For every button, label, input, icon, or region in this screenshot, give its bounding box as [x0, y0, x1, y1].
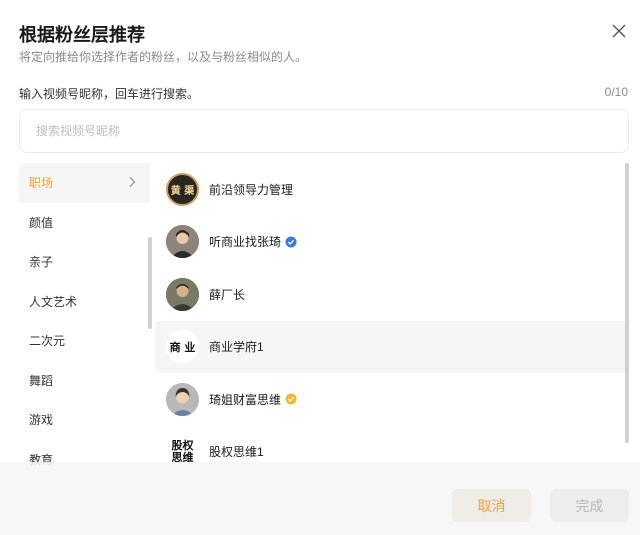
- person-icon: [166, 382, 199, 416]
- dialog-title: 根据粉丝层推荐: [19, 25, 145, 45]
- account-name: 琦姐财富思维: [209, 392, 282, 407]
- search-box[interactable]: [19, 109, 629, 153]
- category-label: 职场: [29, 176, 54, 191]
- category-label: 游戏: [29, 413, 54, 428]
- account-name: 前沿领导力管理: [209, 182, 294, 197]
- account-name: 股权思维1: [209, 445, 264, 460]
- person-icon: [166, 225, 199, 259]
- list-item[interactable]: 商 业 商业学府1: [155, 320, 625, 373]
- close-icon[interactable]: [609, 21, 629, 41]
- account-name: 商业学府1: [209, 340, 264, 355]
- avatar-text: 股权 思维: [171, 439, 194, 464]
- list-item[interactable]: 琦姐财富思维: [155, 373, 625, 426]
- avatar: [166, 277, 199, 311]
- category-item-dance[interactable]: 舞蹈: [19, 361, 150, 401]
- avatar: [166, 225, 199, 259]
- search-input[interactable]: [20, 110, 628, 152]
- list-item[interactable]: 黄 渠 前沿领导力管理: [155, 163, 625, 216]
- list-item[interactable]: 薛厂长: [155, 268, 625, 321]
- category-label: 颜值: [29, 215, 54, 230]
- dialog-subtitle: 将定向推给你选择作者的粉丝，以及与粉丝相似的人。: [19, 50, 308, 64]
- cancel-button[interactable]: 取消: [452, 489, 531, 522]
- category-label: 亲子: [29, 255, 54, 270]
- account-name: 听商业找张琦: [209, 235, 282, 250]
- category-item-games[interactable]: 游戏: [19, 400, 150, 440]
- verified-badge-icon: [285, 393, 297, 405]
- footer-bar: [0, 462, 640, 535]
- selection-counter: 0/10: [604, 85, 628, 99]
- category-label: 人文艺术: [29, 294, 78, 309]
- avatar-text: 商 业: [169, 340, 196, 354]
- category-item-workplace[interactable]: 职场: [19, 163, 150, 203]
- list-item[interactable]: 听商业找张琦: [155, 216, 625, 269]
- search-prompt: 输入视频号昵称，回车进行搜索。: [19, 87, 200, 101]
- chevron-right-icon: [129, 177, 136, 187]
- category-scrollbar[interactable]: [148, 237, 152, 329]
- avatar: 商 业: [166, 330, 199, 364]
- category-item-anime[interactable]: 二次元: [19, 321, 150, 361]
- category-item-arts[interactable]: 人文艺术: [19, 282, 150, 322]
- person-icon: [166, 277, 199, 311]
- avatar: 黄 渠: [166, 172, 199, 206]
- category-item-appearance[interactable]: 颜值: [19, 203, 150, 243]
- recommend-dialog: 根据粉丝层推荐 将定向推给你选择作者的粉丝，以及与粉丝相似的人。 输入视频号昵称…: [0, 0, 640, 535]
- avatar-text: 黄 渠: [170, 185, 195, 197]
- verified-badge-icon: [285, 236, 297, 248]
- account-list-scrollbar[interactable]: [625, 163, 629, 443]
- avatar: [166, 382, 199, 416]
- account-name: 薛厂长: [209, 287, 246, 302]
- category-label: 舞蹈: [29, 373, 54, 388]
- done-button[interactable]: 完成: [550, 489, 629, 522]
- category-label: 二次元: [29, 334, 66, 349]
- category-item-parenting[interactable]: 亲子: [19, 242, 150, 282]
